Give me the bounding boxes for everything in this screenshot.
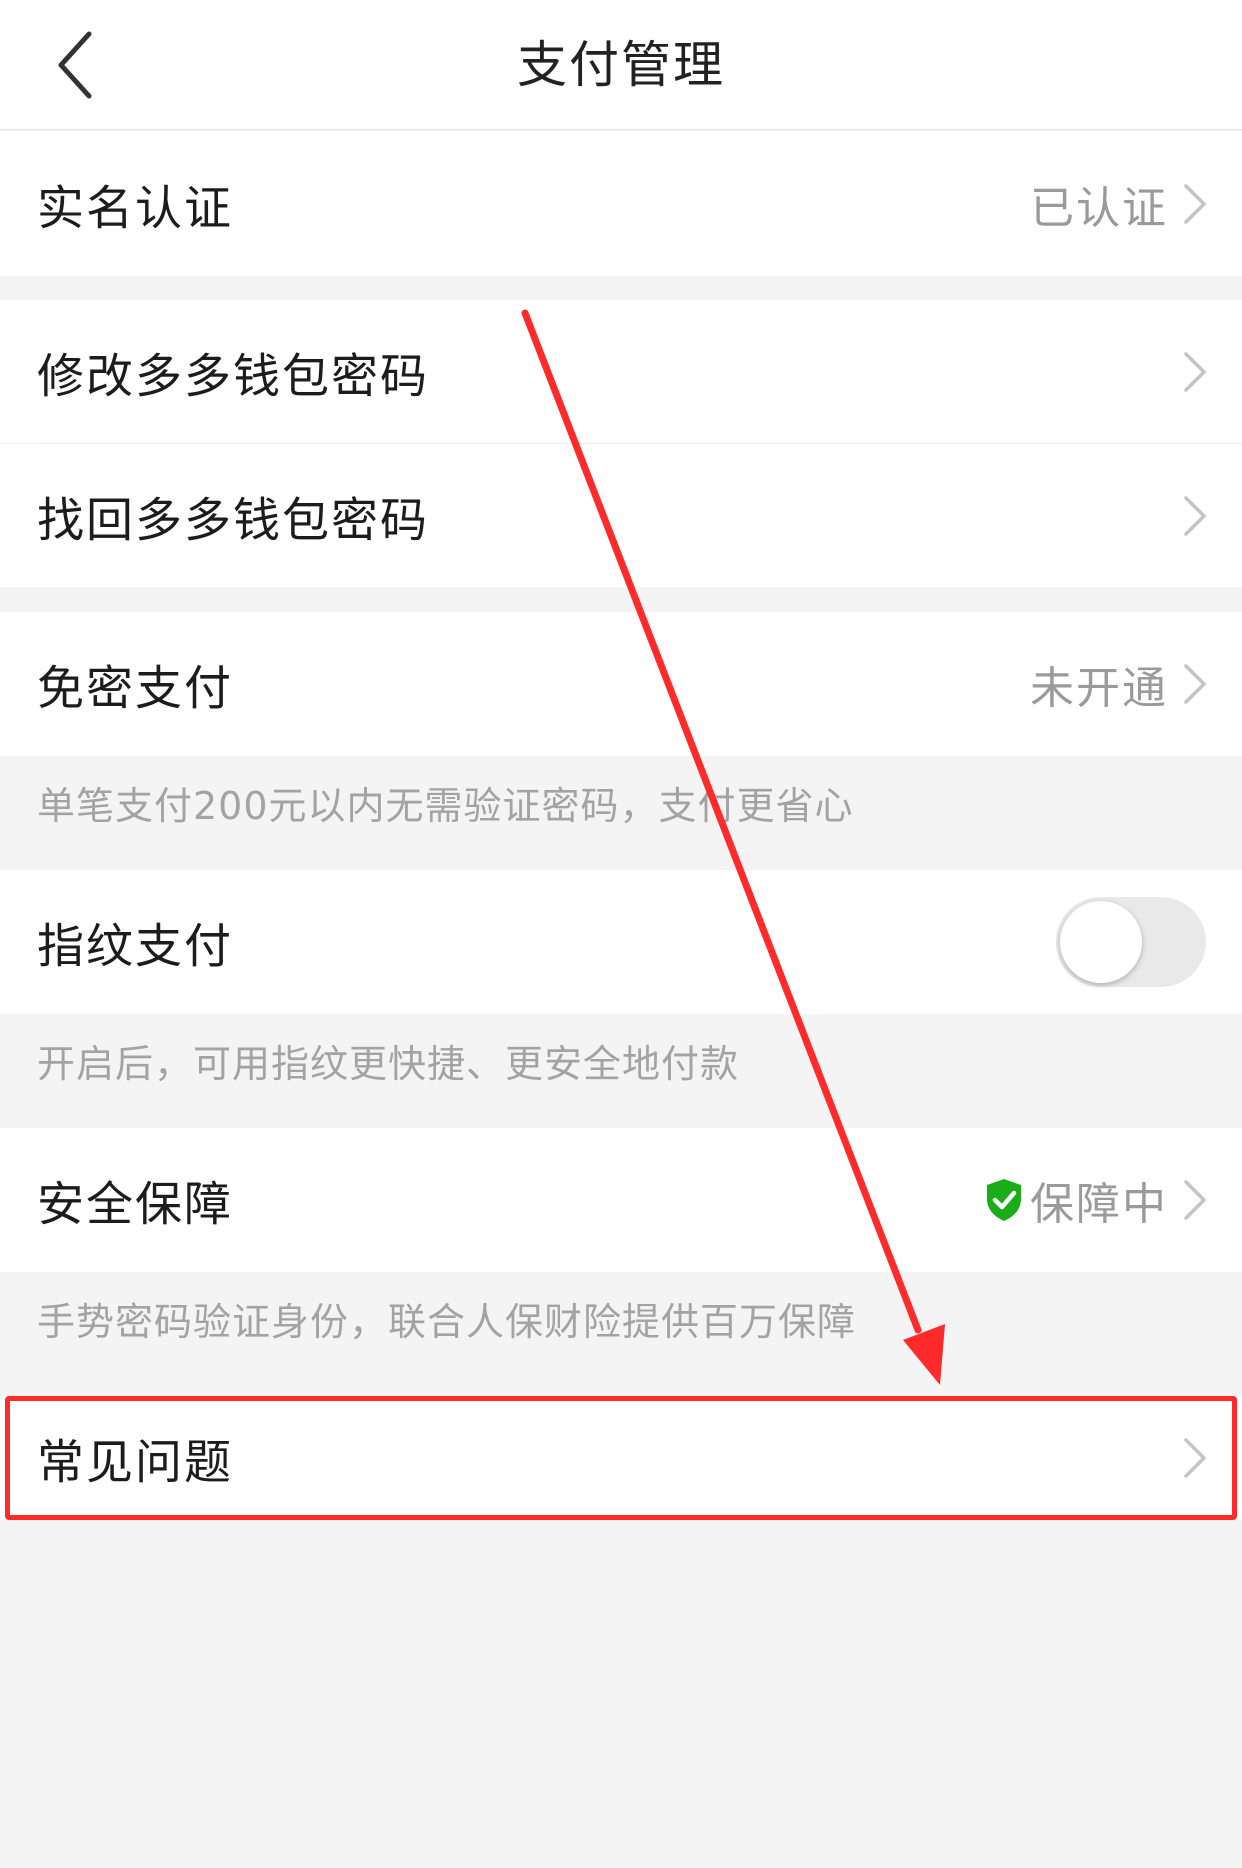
chevron-right-icon [1184,495,1206,536]
security-guarantee-hint: 手势密码验证身份，联合人保财险提供百万保障 [37,1300,857,1344]
chevron-right-icon [1184,1438,1206,1478]
chevron-right-icon [1184,664,1206,704]
nav-bar: 支付管理 [0,0,1242,130]
change-password-label: 修改多多钱包密码 [37,349,429,404]
password-free-payment-row[interactable]: 免密支付 未开通 [0,612,1242,756]
realname-label: 实名认证 [37,181,233,236]
password-free-payment-status: 未开通 [1030,663,1168,714]
password-free-payment-hint: 单笔支付200元以内无需验证密码，支付更省心 [37,784,854,828]
faq-row[interactable]: 常见问题 [0,1396,1242,1520]
realname-status: 已认证 [1030,182,1168,234]
password-free-payment-label: 免密支付 [37,661,233,717]
change-password-row[interactable]: 修改多多钱包密码 [0,300,1242,443]
fingerprint-payment-hint: 开启后，可用指纹更快捷、更安全地付款 [37,1042,740,1086]
page-title: 支付管理 [517,36,725,94]
shield-check-icon [987,1179,1021,1221]
recover-password-label: 找回多多钱包密码 [37,493,429,548]
faq-label: 常见问题 [37,1435,233,1491]
recover-password-row[interactable]: 找回多多钱包密码 [0,444,1242,587]
realname-row[interactable]: 实名认证 已认证 [0,131,1242,276]
fingerprint-payment-label: 指纹支付 [37,919,233,975]
security-guarantee-label: 安全保障 [37,1177,233,1233]
chevron-right-icon [1184,1180,1206,1220]
chevron-right-icon [1184,351,1206,392]
security-guarantee-status: 保障中 [1030,1179,1168,1230]
fingerprint-payment-row: 指纹支付 [0,870,1242,1014]
toggle-knob [1060,901,1142,983]
chevron-right-icon [1184,183,1206,224]
security-guarantee-row[interactable]: 安全保障 保障中 [0,1128,1242,1272]
fingerprint-toggle[interactable] [1056,897,1206,987]
